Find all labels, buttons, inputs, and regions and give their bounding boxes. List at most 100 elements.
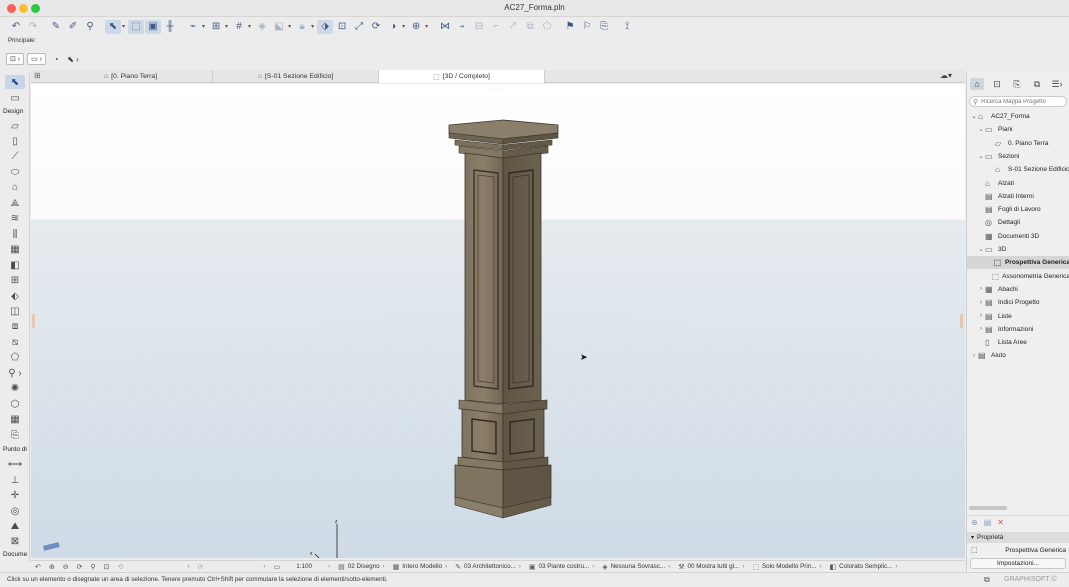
layer-combo-select[interactable]: ▤ 02 Disegno › — [334, 563, 388, 571]
zoom-icon[interactable]: ⤢ — [351, 20, 367, 34]
override-select[interactable]: ◈ Nessuna Sovrasc... › — [598, 563, 674, 571]
search-input[interactable] — [981, 98, 1062, 105]
model-view-select[interactable]: ▦ Intero Modello › — [389, 563, 452, 571]
chevron-down-icon[interactable]: ▾ — [311, 23, 314, 30]
tree-item[interactable]: ▱ 0. Piano Terra — [967, 137, 1069, 150]
zoom-out-icon[interactable]: ⊖ — [59, 563, 73, 571]
tree-item[interactable]: ⌄ ▭ Sezioni — [967, 150, 1069, 163]
chevron-right-icon[interactable]: › — [977, 313, 985, 319]
scale-select[interactable]: ▭ 1:100 › — [270, 563, 335, 571]
tree-item[interactable]: ▤ Fogli di Lavoro — [967, 203, 1069, 216]
camera-tool-icon[interactable]: ◎ — [5, 504, 25, 518]
redo-icon[interactable]: ↷ — [25, 20, 41, 34]
column-tool-icon[interactable]: ▯ — [5, 134, 25, 148]
tree-item[interactable]: ▦ Documenti 3D — [967, 230, 1069, 243]
figure-tool-icon[interactable]: ⛰ — [5, 519, 25, 533]
tab-3d[interactable]: ⬚ [3D / Completo] — [379, 70, 545, 83]
3d-nav-icon[interactable]: ⬗ — [317, 19, 334, 34]
shell-tool-icon[interactable]: ⟁ — [5, 196, 25, 210]
chevron-down-icon[interactable]: ⌄ — [977, 126, 985, 133]
hotspot-tool-icon[interactable]: ✛ — [5, 488, 25, 502]
chevron-down-icon[interactable]: ⌄ — [977, 153, 985, 160]
align-icon[interactable]: ⊟ — [471, 20, 487, 34]
roof-tool-icon[interactable]: ⌂ — [5, 180, 25, 194]
publish-icon[interactable]: ⎘ — [596, 20, 612, 34]
selection-method-select[interactable]: ▭ › — [27, 53, 47, 65]
undo-view-icon[interactable]: ↶ — [31, 563, 45, 571]
tree-item[interactable]: ⌄ ⌂ AC27_Forma — [967, 110, 1069, 123]
tree-item[interactable]: ⌄ ▭ Piani — [967, 123, 1069, 136]
layer-icon[interactable]: ◈ — [254, 20, 270, 34]
drawing-tool-icon[interactable]: ⊠ — [5, 534, 25, 548]
properties-header[interactable]: ▾ Proprietà — [967, 532, 1069, 543]
tree-item[interactable]: › ▦ Abachi — [967, 283, 1069, 296]
globe-icon[interactable]: ⊕ — [408, 20, 424, 34]
chevron-right-icon[interactable]: › — [977, 286, 985, 292]
lamp-tool-icon[interactable]: ✺ — [5, 381, 25, 395]
tree-item[interactable]: ◎ Dettagli — [967, 216, 1069, 229]
tree-item[interactable]: › ▤ Informazioni — [967, 323, 1069, 336]
angle-field[interactable]: ⟲ › — [114, 563, 194, 571]
wall-tool-icon[interactable]: ▱ — [5, 119, 25, 133]
3d-object-icon[interactable]: ⬡ — [5, 397, 25, 411]
project-map-icon[interactable]: ⌂ — [970, 78, 984, 90]
curtain-wall-tool-icon[interactable]: ▦ — [5, 242, 25, 256]
railing-tool-icon[interactable]: ⫼ — [5, 227, 25, 241]
undo-icon[interactable]: ↶ — [8, 20, 24, 34]
grid-snap-icon[interactable]: ⊞ — [208, 20, 224, 34]
3d-viewport[interactable]: · · · · · · · · z x ➤ — [31, 84, 965, 558]
stair-tool-icon[interactable]: ≋ — [5, 211, 25, 225]
window-tool-icon[interactable]: ⊞ — [5, 273, 25, 287]
door-tool-icon[interactable]: ◧ — [5, 258, 25, 272]
skylight-tool-icon[interactable]: ⬖ — [5, 289, 25, 303]
zoom-in-icon[interactable]: ⊕ — [45, 563, 59, 571]
chevron-down-icon[interactable]: ▾ — [202, 23, 205, 30]
tab-section[interactable]: ⌂ [S-01 Sezione Edificio] — [213, 70, 379, 83]
layout-book-icon[interactable]: ⎘ — [1010, 78, 1024, 90]
detail-tool-icon[interactable]: ⎘ — [5, 428, 25, 442]
tree-item[interactable]: ⌂ Alzati — [967, 177, 1069, 190]
beam-tool-icon[interactable]: ⟋ — [5, 149, 25, 163]
arrow-tool-icon[interactable]: ⬉ — [5, 75, 25, 89]
3d-cut-icon[interactable]: ⬕ — [271, 20, 287, 34]
morph-tool-icon[interactable]: ⬠ — [5, 350, 25, 364]
marquee-icon[interactable]: ⬚ — [128, 19, 145, 34]
tab-overview-icon[interactable]: ⊞ — [34, 71, 41, 80]
chevron-right-icon[interactable]: › — [977, 326, 985, 332]
select-all-icon[interactable]: ▣ — [145, 19, 162, 34]
tab-floor-plan[interactable]: ⌂ [0. Piano Terra] — [49, 70, 213, 83]
grid-icon[interactable]: # — [231, 20, 247, 34]
new-folder-icon[interactable]: ⊕ — [971, 518, 978, 527]
tree-item[interactable]: ▤ Alzati Interni — [967, 190, 1069, 203]
shading-icon[interactable]: ◑ — [385, 20, 401, 34]
eyedropper-icon[interactable]: ⚲ — [82, 20, 98, 34]
settings-button[interactable]: Impostazioni... — [970, 558, 1066, 569]
zone-tool-icon[interactable]: ⚲ › — [5, 366, 25, 380]
arrow-pointer-icon[interactable]: ⬉ › — [66, 53, 80, 65]
chevron-right-icon[interactable]: › — [970, 353, 978, 359]
pen-set-select[interactable]: ✎ 03 Architettonico... › — [451, 563, 525, 571]
teamwork-icon[interactable]: ⟟ — [619, 20, 635, 34]
clone-icon[interactable]: ▤ — [984, 518, 992, 527]
tree-item[interactable]: ⬚ Assonometria Generica — [967, 270, 1069, 283]
tree-item[interactable]: › ▤ Indici Progetto — [967, 296, 1069, 309]
rotation-field[interactable]: ⟳ › — [194, 563, 270, 571]
view-map-icon[interactable]: ⊡ — [990, 78, 1004, 90]
window-icon[interactable]: ⧉ — [984, 575, 990, 585]
delete-icon[interactable]: ✕ — [997, 518, 1004, 527]
navigator-search[interactable]: ⚲ — [969, 96, 1067, 107]
navigator-scrollbar[interactable] — [969, 506, 1007, 510]
tree-item[interactable]: ⌄ ▭ 3D — [967, 243, 1069, 256]
tree-item[interactable]: ▯ Lista Aree — [967, 336, 1069, 349]
tree-item[interactable]: ⌂ S-01 Sezione Edificio — [967, 163, 1069, 176]
arrow-tool-icon[interactable]: ⬉ — [105, 19, 121, 34]
grid-element-icon[interactable]: ▦ — [5, 412, 25, 426]
rotate-icon[interactable]: ◔ — [49, 53, 63, 65]
tree-item[interactable]: ⬚ Prospettiva Generica — [967, 256, 1069, 270]
dimension-tool-icon[interactable]: ⟷ — [5, 457, 25, 471]
mark-icon[interactable]: ⚐ — [579, 20, 595, 34]
tree-item[interactable]: › ▤ Aiuto — [967, 349, 1069, 362]
tree-item[interactable]: › ▤ Liste — [967, 310, 1069, 323]
chevron-right-icon[interactable]: › — [977, 300, 985, 306]
structure-select[interactable]: ⬚ Solo Modello Prin... › — [748, 563, 825, 571]
